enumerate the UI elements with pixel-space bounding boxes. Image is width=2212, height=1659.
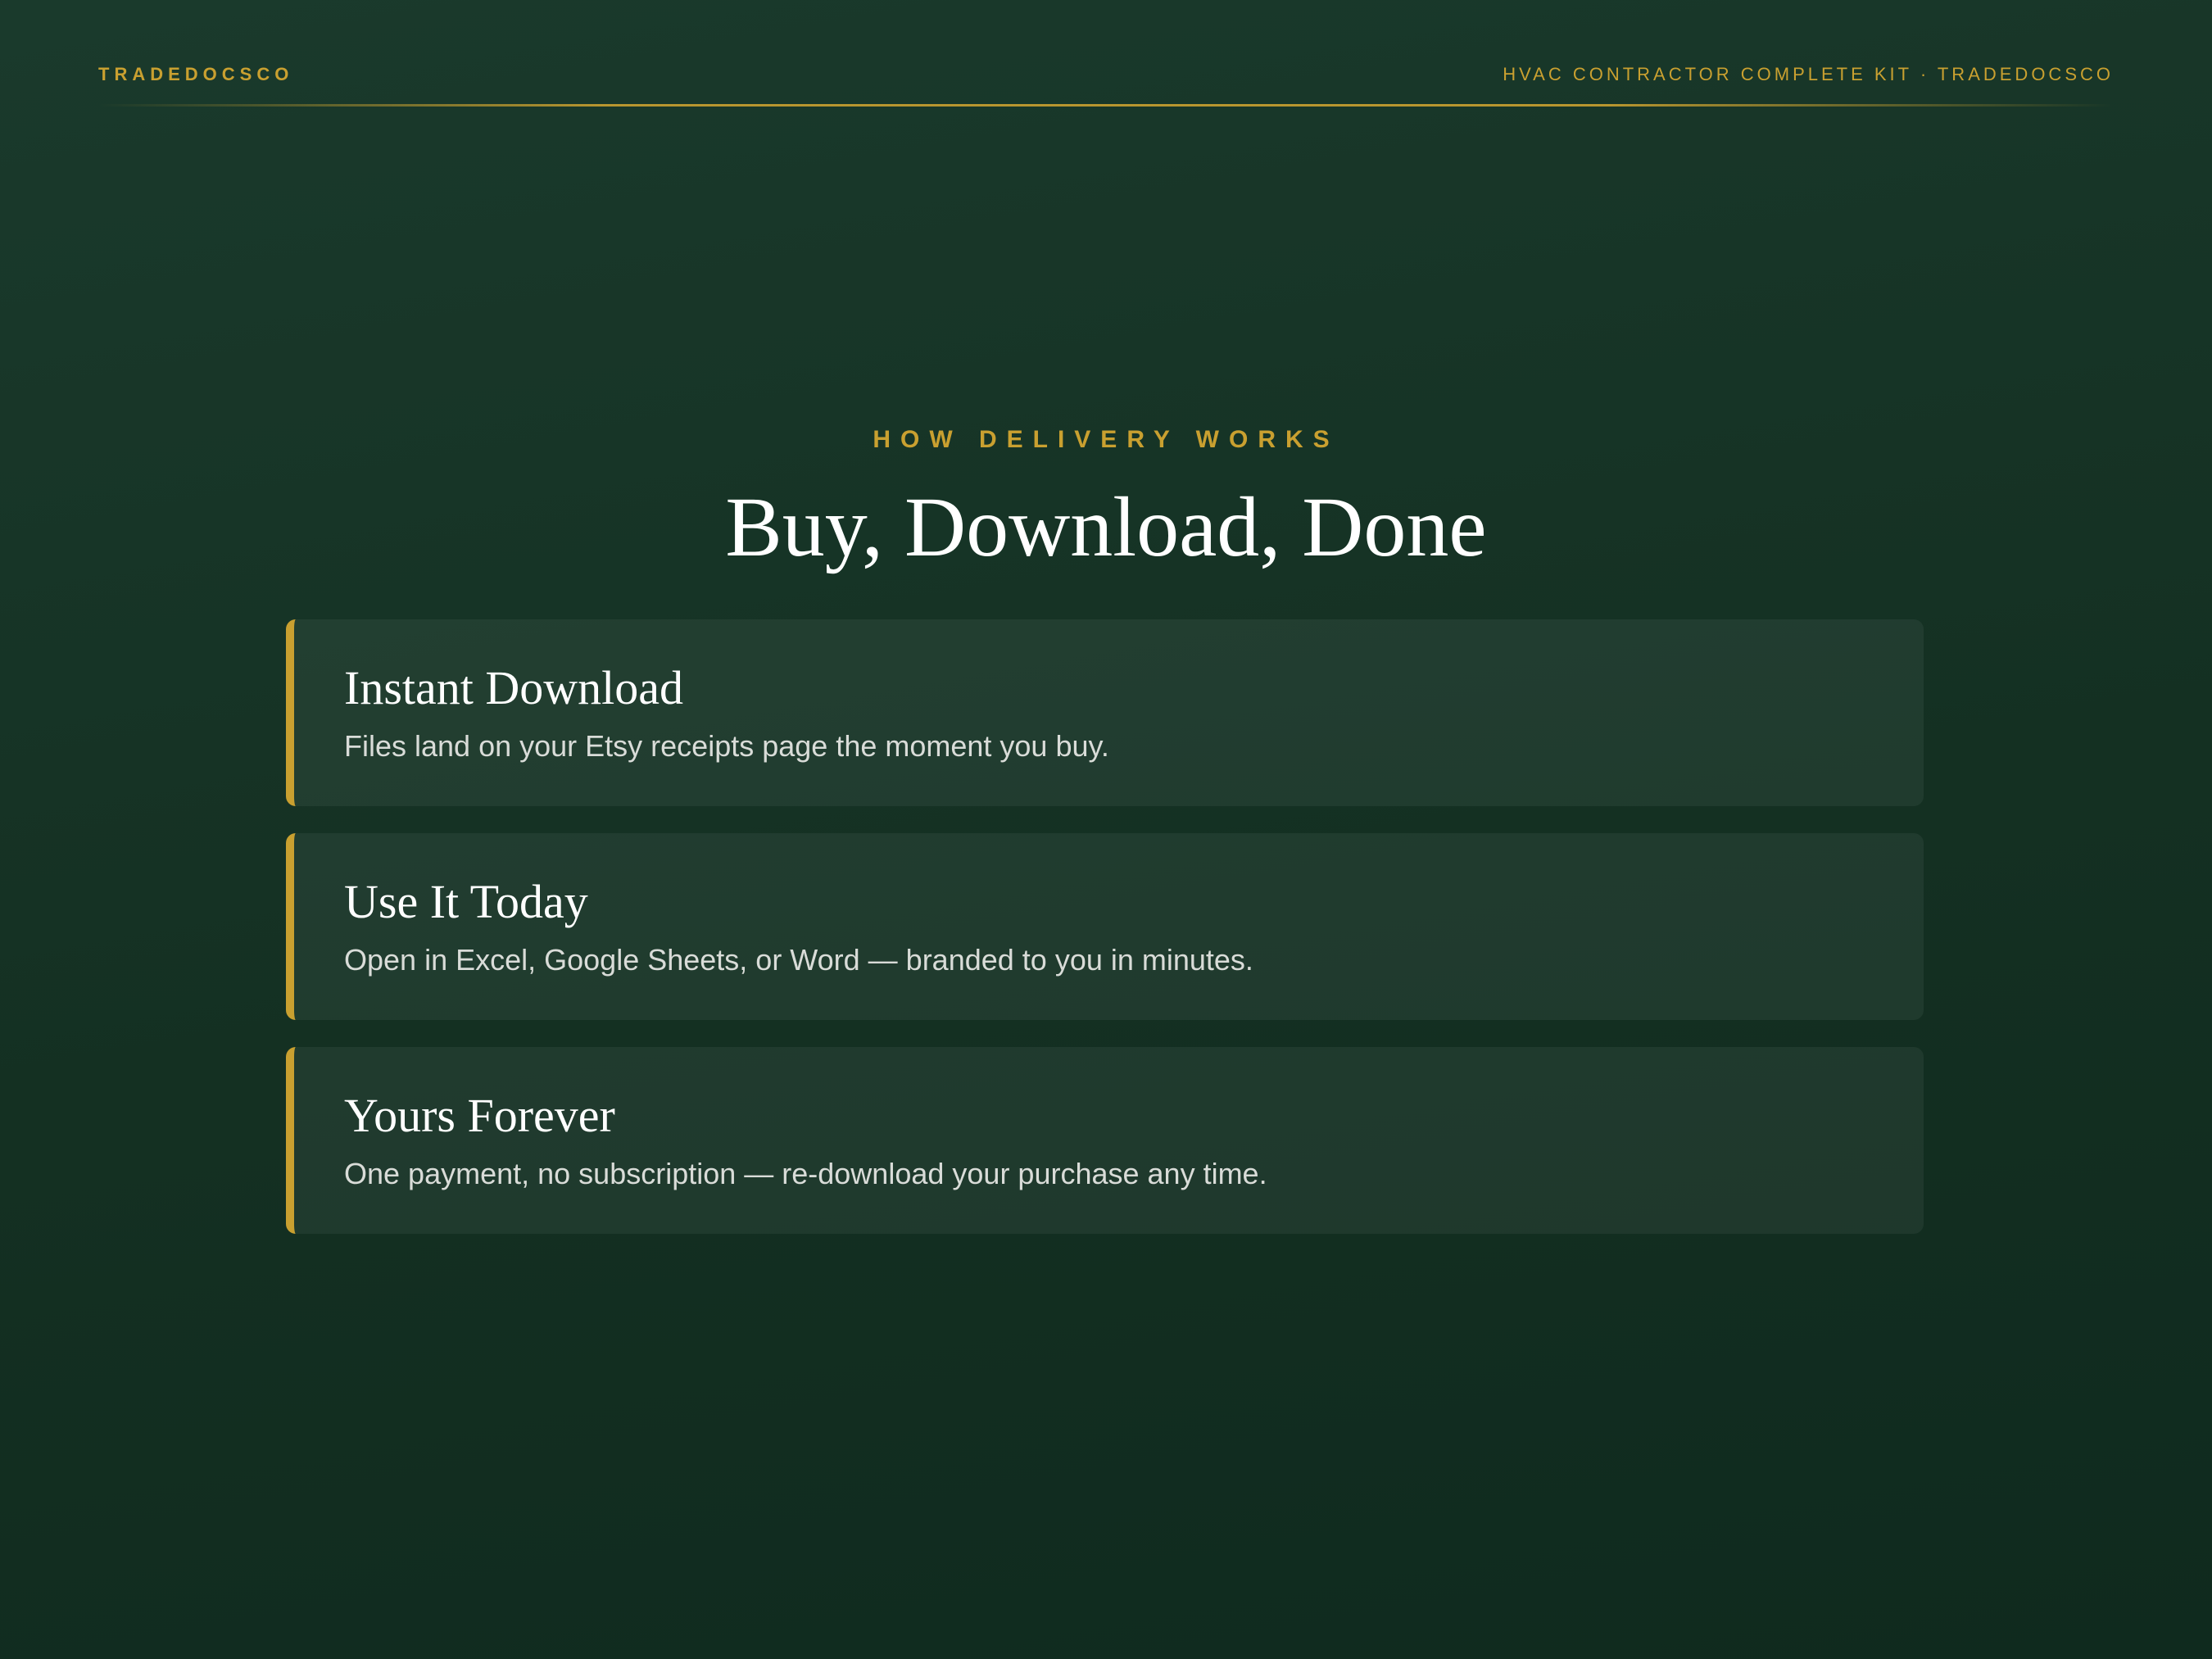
page-header: TRADEDOCSCO HVAC CONTRACTOR COMPLETE KIT… (98, 64, 2114, 87)
header-divider (98, 104, 2114, 107)
delivery-steps-list: Instant Download Files land on your Etsy… (286, 619, 1924, 1261)
card-description: One payment, no subscription — re-downlo… (344, 1157, 1267, 1190)
delivery-card-instant-download: Instant Download Files land on your Etsy… (286, 619, 1924, 806)
brand-name: TRADEDOCSCO (98, 64, 294, 84)
card-description: Open in Excel, Google Sheets, or Word — … (344, 943, 1253, 977)
card-title: Instant Download (344, 661, 683, 714)
card-description: Files land on your Etsy receipts page th… (344, 729, 1109, 763)
delivery-card-yours-forever: Yours Forever One payment, no subscripti… (286, 1047, 1924, 1234)
card-title: Yours Forever (344, 1089, 615, 1142)
section-eyebrow: HOW DELIVERY WORKS (873, 426, 1339, 453)
card-title: Use It Today (344, 875, 588, 928)
page-title: Buy, Download, Done (725, 480, 1487, 574)
header-product-label: HVAC CONTRACTOR COMPLETE KIT · TRADEDOCS… (1503, 64, 2114, 84)
delivery-card-use-it-today: Use It Today Open in Excel, Google Sheet… (286, 833, 1924, 1020)
